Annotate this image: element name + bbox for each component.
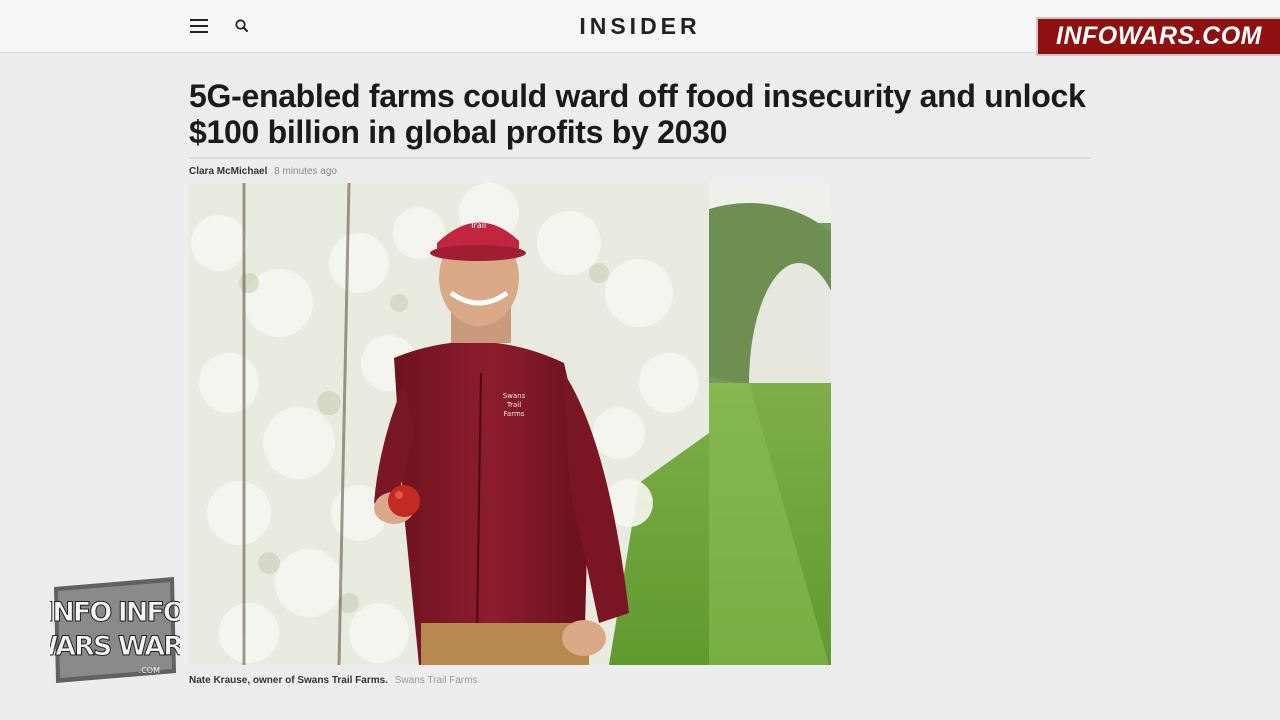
jacket-logo-line-2: Trail: [506, 401, 521, 409]
watermark-line-2: WARS WARS: [50, 631, 180, 662]
jacket-logo-line-3: Farms: [504, 410, 525, 418]
byline: Clara McMichael 8 minutes ago: [189, 166, 337, 177]
timestamp: 8 minutes ago: [274, 166, 337, 177]
watermark-domain: .COM: [139, 666, 160, 675]
article-hero-photo: Trail Swans Trail Farms: [189, 183, 831, 665]
jacket-logo-line-1: Swans: [503, 392, 526, 400]
brand-overlay-banner: INFOWARS.COM: [1036, 17, 1280, 56]
caption-text: Nate Krause, owner of Swans Trail Farms.: [189, 675, 388, 686]
watermark-line-1: INFO INFO: [50, 597, 180, 628]
author-link[interactable]: Clara McMichael: [189, 166, 267, 177]
article-headline: 5G-enabled farms could ward off food ins…: [189, 78, 1089, 150]
brand-banner-text: INFOWARS.COM: [1056, 22, 1262, 50]
headline-divider: [189, 157, 1091, 159]
headline-line-2: $100 billion in global profits by 2030: [189, 114, 728, 150]
infowars-watermark-logo: INFO INFO WARS WARS .COM: [50, 577, 180, 683]
photo-caption: Nate Krause, owner of Swans Trail Farms.…: [189, 675, 478, 686]
photo-credit: Swans Trail Farms: [394, 675, 478, 686]
headline-line-1: 5G-enabled farms could ward off food ins…: [189, 78, 1086, 114]
cap-logo-text: Trail: [469, 221, 486, 230]
